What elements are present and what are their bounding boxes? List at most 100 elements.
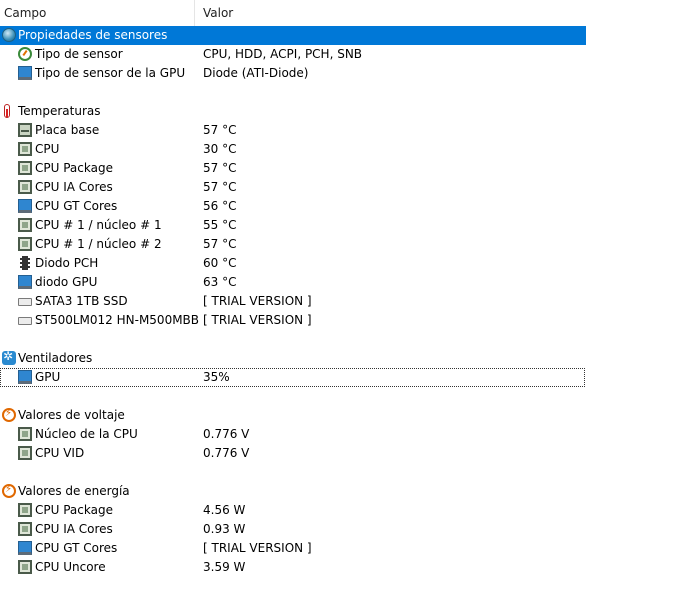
section-title: Valores de energía [18, 484, 130, 498]
sensor-value: 57 °C [203, 180, 237, 194]
sensor-value: [ TRIAL VERSION ] [203, 294, 312, 308]
sensor-value: 35% [203, 370, 230, 384]
sensor-row[interactable]: CPU GT Cores 56 °C [0, 197, 586, 216]
sensor-row[interactable]: CPU Package 57 °C [0, 159, 586, 178]
disk-icon [18, 317, 32, 325]
cpu-icon [18, 180, 32, 194]
monitor-icon [18, 66, 32, 80]
section-row[interactable]: Valores de voltaje [0, 406, 586, 425]
section-title: Ventiladores [18, 351, 93, 365]
sensor-value: 57 °C [203, 123, 237, 137]
sensor-label: Tipo de sensor [35, 47, 123, 61]
sensor-value: 57 °C [203, 237, 237, 251]
motherboard-icon [18, 123, 32, 137]
thermometer-icon [4, 104, 10, 118]
sensor-row[interactable]: Diodo PCH 60 °C [0, 254, 586, 273]
disk-icon [18, 298, 32, 306]
sensor-value: 60 °C [203, 256, 237, 270]
sensor-row[interactable]: GPU 35% [0, 368, 585, 387]
sensor-row[interactable]: CPU Uncore 3.59 W [0, 558, 586, 577]
sensor-label: CPU Uncore [35, 560, 106, 574]
section-row[interactable]: Valores de energía [0, 482, 586, 501]
cpu-icon [18, 142, 32, 156]
sensor-properties-icon [2, 28, 16, 42]
sensor-label: Placa base [35, 123, 100, 137]
blank-row [0, 83, 586, 102]
cpu-icon [18, 503, 32, 517]
sensor-label: CPU IA Cores [35, 180, 113, 194]
pch-chip-icon [20, 256, 30, 270]
sensor-value: 30 °C [203, 142, 237, 156]
sensor-value: 56 °C [203, 199, 237, 213]
voltage-icon [2, 408, 16, 422]
sensor-value: 0.776 V [203, 427, 250, 441]
sensor-label: CPU GT Cores [35, 541, 118, 555]
sensor-value: 0.93 W [203, 522, 246, 536]
blank-row [0, 330, 586, 349]
monitor-icon [18, 275, 32, 289]
sensor-label: GPU [35, 370, 61, 384]
sensor-row[interactable]: CPU IA Cores 57 °C [0, 178, 586, 197]
sensor-row[interactable]: Tipo de sensor CPU, HDD, ACPI, PCH, SNB [0, 45, 586, 64]
sensor-value: 57 °C [203, 161, 237, 175]
sensor-row[interactable]: CPU # 1 / núcleo # 2 57 °C [0, 235, 586, 254]
sensor-row[interactable]: CPU GT Cores [ TRIAL VERSION ] [0, 539, 586, 558]
sensor-value: [ TRIAL VERSION ] [203, 313, 312, 327]
column-header: Campo Valor [0, 0, 585, 27]
sensor-row[interactable]: Núcleo de la CPU 0.776 V [0, 425, 586, 444]
fan-icon [2, 349, 16, 365]
sensor-value: 55 °C [203, 218, 237, 232]
sensor-label: CPU Package [35, 503, 113, 517]
sensor-icon [18, 47, 32, 61]
sensor-label: CPU VID [35, 446, 85, 460]
sensor-label: CPU [35, 142, 60, 156]
sensor-value: 0.776 V [203, 446, 250, 460]
column-header-valor[interactable]: Valor [203, 0, 233, 26]
sensor-list: Propiedades de sensores Tipo de sensor CPU… [0, 26, 586, 577]
cpu-icon [18, 218, 32, 232]
sensor-label: CPU IA Cores [35, 522, 113, 536]
sensor-row[interactable]: CPU IA Cores 0.93 W [0, 520, 586, 539]
monitor-icon [18, 541, 32, 555]
sensor-label: SATA3 1TB SSD [35, 294, 128, 308]
sensor-value: CPU, HDD, ACPI, PCH, SNB [203, 47, 363, 61]
section-row[interactable]: Temperaturas [0, 102, 586, 121]
sensor-label: CPU GT Cores [35, 199, 118, 213]
sensor-label: diodo GPU [35, 275, 98, 289]
section-title: Temperaturas [18, 104, 101, 118]
blank-row [0, 387, 586, 406]
cpu-icon [18, 161, 32, 175]
section-title: Propiedades de sensores [18, 28, 168, 42]
sensor-label: Núcleo de la CPU [35, 427, 138, 441]
monitor-icon [18, 199, 32, 213]
sensor-row[interactable]: CPU # 1 / núcleo # 1 55 °C [0, 216, 586, 235]
sensor-row[interactable]: CPU Package 4.56 W [0, 501, 586, 520]
monitor-icon [18, 370, 32, 384]
sensor-value: 63 °C [203, 275, 237, 289]
cpu-icon [18, 427, 32, 441]
sensor-label: Diodo PCH [35, 256, 99, 270]
sensor-label: Tipo de sensor de la GPU [35, 66, 186, 80]
sensor-row[interactable]: Placa base 57 °C [0, 121, 586, 140]
cpu-icon [18, 522, 32, 536]
sensor-label: ST500LM012 HN-M500MBB [35, 313, 200, 327]
sensor-label: CPU # 1 / núcleo # 2 [35, 237, 162, 251]
sensor-row[interactable]: ST500LM012 HN-M500MBB[ TRIAL VERSION ] [0, 311, 586, 330]
blank-row [0, 463, 586, 482]
sensor-row[interactable]: CPU VID 0.776 V [0, 444, 586, 463]
sensor-row[interactable]: CPU 30 °C [0, 140, 586, 159]
sensor-label: CPU Package [35, 161, 113, 175]
sensor-value: 4.56 W [203, 503, 246, 517]
section-row[interactable]: Propiedades de sensores [0, 26, 586, 45]
section-title: Valores de voltaje [18, 408, 125, 422]
sensor-row[interactable]: Tipo de sensor de la GPU Diode (ATI-Diode… [0, 64, 586, 83]
sensor-label: CPU # 1 / núcleo # 1 [35, 218, 162, 232]
cpu-icon [18, 237, 32, 251]
cpu-icon [18, 560, 32, 574]
sensor-row[interactable]: SATA3 1TB SSD [ TRIAL VERSION ] [0, 292, 586, 311]
power-icon [2, 484, 16, 498]
cpu-icon [18, 446, 32, 460]
sensor-row[interactable]: diodo GPU 63 °C [0, 273, 586, 292]
column-header-campo[interactable]: Campo [4, 0, 195, 26]
section-row[interactable]: Ventiladores [0, 349, 586, 368]
